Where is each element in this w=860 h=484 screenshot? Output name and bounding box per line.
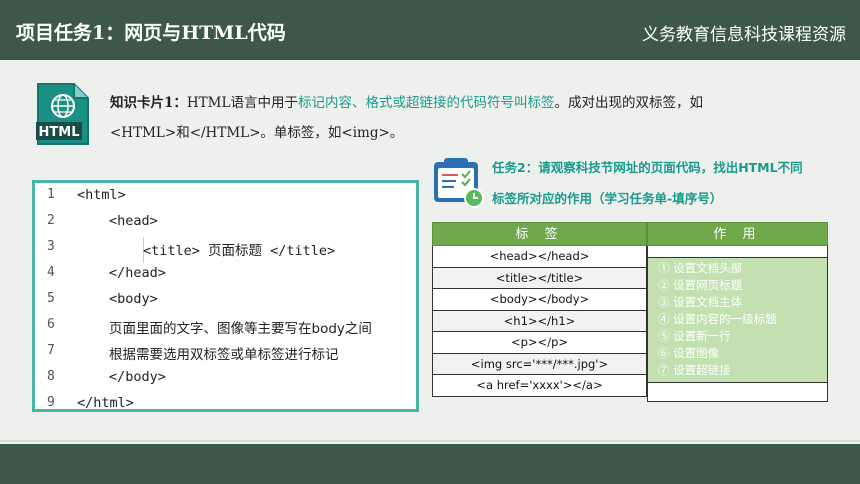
- line-number: 5: [47, 291, 55, 306]
- line-number: 3: [47, 239, 55, 254]
- line-number: 4: [47, 265, 55, 280]
- code-text: 页面里面的文字、图像等主要写在body之间: [109, 321, 372, 337]
- tag-cell: <p></p>: [432, 332, 647, 354]
- function-header: 作 用: [647, 222, 828, 246]
- code-line: 7 根据需要选用双标签或单标签进行标记: [35, 343, 416, 369]
- code-text: 根据需要选用双标签或单标签进行标记: [109, 347, 339, 363]
- knowledge-card: 知识卡片1：HTML语言中用于标记内容、格式或超链接的代码符号叫标签。成对出现的…: [110, 88, 830, 148]
- html-icon-label: HTML: [39, 125, 80, 140]
- code-text: <head>: [109, 213, 158, 229]
- card-highlight: 标记内容、格式或超链接的代码符号叫标签: [297, 95, 555, 111]
- code-line: 5 <body>: [35, 291, 416, 317]
- tag-cell: <a href='xxxx'></a>: [432, 375, 647, 397]
- code-line: 6 页面里面的文字、图像等主要写在body之间: [35, 317, 416, 343]
- code-line: 4 </head>: [35, 265, 416, 291]
- function-item: ③ 设置文档主体: [658, 295, 743, 309]
- tag-cell: <title></title>: [432, 267, 647, 289]
- line-number: 6: [47, 317, 55, 332]
- function-column: 作 用 ① 设置文档头部 ② 设置网页标题 ③ 设置文档主体 ④ 设置内容的一级…: [647, 222, 828, 402]
- function-blank-cell: [647, 382, 828, 402]
- bottom-banner: [0, 444, 860, 484]
- task-line1: 任务2：请观察科技节网址的页面代码，找出HTML不同: [492, 160, 803, 175]
- line-number: 9: [47, 395, 55, 410]
- code-line: 1 <html>: [35, 187, 416, 213]
- tag-cell: <body></body>: [432, 289, 647, 311]
- code-text: </body>: [109, 369, 166, 385]
- code-text: </html>: [77, 395, 134, 411]
- code-line: 2 <head>: [35, 213, 416, 239]
- code-line: 3 <title> 页面标题 </title>: [35, 239, 416, 265]
- html-file-icon: HTML: [36, 83, 89, 145]
- tag-cell: <head></head>: [432, 246, 647, 268]
- function-item: ① 设置文档头部: [658, 261, 743, 275]
- code-editor: 1 <html> 2 <head> 3 <title> 页面标题 </title…: [32, 180, 419, 412]
- tag-cell: <h1></h1>: [432, 310, 647, 332]
- tag-column: 标 签 <head></head> <title></title> <body>…: [432, 222, 647, 397]
- code-text: <html>: [77, 187, 126, 203]
- card-text-before: HTML语言中用于: [186, 95, 298, 111]
- knowledge-card-line1: 知识卡片1：HTML语言中用于标记内容、格式或超链接的代码符号叫标签。成对出现的…: [110, 88, 830, 118]
- line-number: 1: [47, 187, 55, 202]
- line-number: 7: [47, 343, 55, 358]
- task-clipboard-icon: [434, 158, 484, 208]
- function-blank-cell: [647, 246, 828, 258]
- function-item: ⑦ 设置超链接: [658, 363, 731, 377]
- line-number: 8: [47, 369, 55, 384]
- course-resource-label: 义务教育信息科技课程资源: [642, 25, 846, 45]
- footer-divider: [0, 440, 860, 442]
- tag-header: 标 签: [432, 222, 647, 246]
- function-item: ② 设置网页标题: [658, 278, 743, 292]
- page-title: 项目任务1：网页与HTML代码: [16, 22, 286, 44]
- line-number: 2: [47, 213, 55, 228]
- function-item: ⑤ 设置新一行: [658, 329, 731, 343]
- code-line: 9 </html>: [35, 395, 416, 421]
- function-list: ① 设置文档头部 ② 设置网页标题 ③ 设置文档主体 ④ 设置内容的一级标题 ⑤…: [647, 258, 828, 382]
- task-instructions: 任务2：请观察科技节网址的页面代码，找出HTML不同 标签所对应的作用（学习任务…: [492, 152, 842, 214]
- card-lead: 知识卡片1：: [110, 95, 187, 111]
- top-banner: 项目任务1：网页与HTML代码 义务教育信息科技课程资源: [0, 0, 860, 60]
- code-text: </head>: [109, 265, 166, 281]
- tag-cell: <img src='***/***.jpg'>: [432, 353, 647, 375]
- card-text-after: 。成对出现的双标签，如: [554, 95, 703, 111]
- code-text: <title> 页面标题 </title>: [143, 243, 336, 259]
- knowledge-card-line2: <HTML>和</HTML>。单标签，如<img>。: [110, 125, 404, 141]
- function-item: ④ 设置内容的一级标题: [658, 312, 777, 326]
- code-text: <body>: [109, 291, 158, 307]
- function-item: ⑥ 设置图像: [658, 346, 720, 360]
- task-line2: 标签所对应的作用（学习任务单-填序号）: [492, 191, 723, 206]
- code-line: 8 </body>: [35, 369, 416, 395]
